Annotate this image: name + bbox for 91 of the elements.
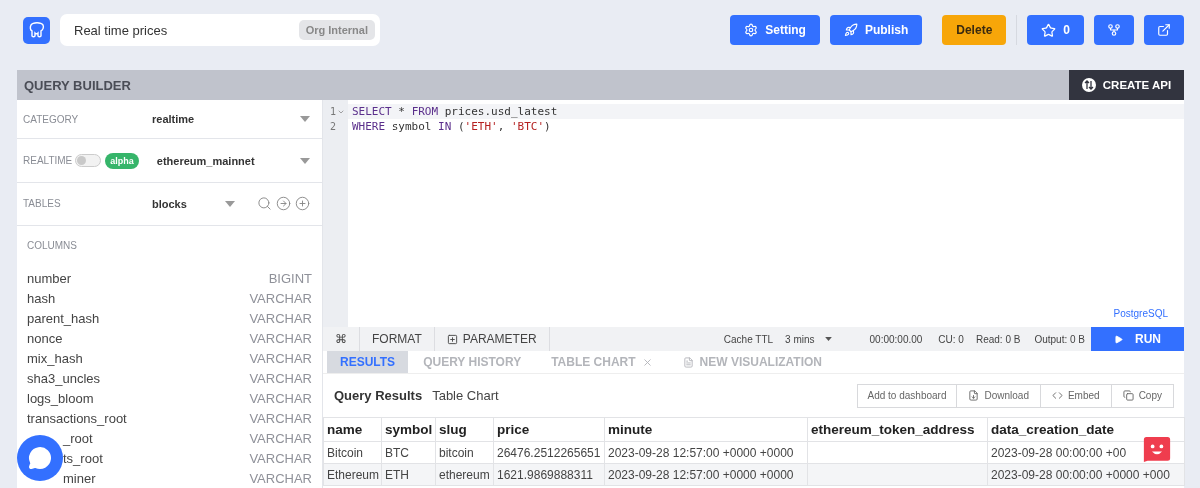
caret-icon <box>300 116 310 123</box>
open-button[interactable] <box>1144 15 1184 45</box>
column-name: parent_hash <box>27 310 100 326</box>
column-name: hash <box>27 290 56 306</box>
duration-text: 00:00:00.00 <box>868 332 924 347</box>
cache-label: Cache TTL <box>722 332 775 347</box>
category-select[interactable]: realtime <box>152 113 300 126</box>
chain-select[interactable]: ethereum_mainnet <box>156 154 300 167</box>
column-name: logs_bloom <box>27 390 94 406</box>
visibility-badge: Org Internal <box>298 20 375 40</box>
setting-button[interactable]: Setting <box>730 15 820 45</box>
table-cell: 2023-09-28 12:57:00 +0000 +0000 <box>604 441 808 464</box>
delete-button[interactable]: Delete <box>942 15 1007 45</box>
fork-icon <box>1107 23 1121 37</box>
realtime-label: REALTIME <box>23 155 73 167</box>
column-type: VARCHAR <box>249 390 312 406</box>
caret-icon <box>300 157 310 164</box>
column-type: VARCHAR <box>249 410 312 426</box>
caret-icon <box>225 200 235 207</box>
results-title: Query Results <box>334 388 423 403</box>
external-link-icon <box>1157 23 1171 37</box>
column-name: nonce <box>27 330 63 346</box>
close-icon[interactable] <box>641 356 653 368</box>
column-name: miner <box>63 470 96 486</box>
add-circle-icon[interactable] <box>295 196 310 212</box>
line-number: 1 <box>329 106 336 117</box>
panel-title: QUERY BUILDER <box>23 77 131 93</box>
dialect-label: PostgreSQL <box>1113 308 1168 319</box>
column-header[interactable]: slug <box>435 417 494 442</box>
document-icon <box>682 356 694 368</box>
publish-button[interactable]: Publish <box>829 15 923 45</box>
column-type: VARCHAR <box>249 450 312 466</box>
download-icon <box>968 390 980 401</box>
search-icon[interactable] <box>257 196 272 212</box>
rocket-icon <box>843 23 858 37</box>
table-cell: 2023-09-28 12:57:00 +0000 +0000 <box>604 463 808 486</box>
star-icon <box>1041 22 1057 38</box>
table-cell: Bitcoin <box>323 441 382 464</box>
plus-square-icon <box>446 333 458 345</box>
column-header[interactable]: name <box>323 417 382 442</box>
code-icon <box>1051 390 1063 401</box>
column-name: transactions_root <box>27 410 127 426</box>
cu-text: CU: 0 <box>937 332 965 347</box>
column-header[interactable]: ethereum_token_address <box>807 417 988 442</box>
code-editor[interactable]: 1 2 SELECT * FROM prices.usd_latest WHERE symbol IN ('ETH', 'BTC') PostgreSQL <box>323 100 1184 327</box>
alpha-badge: alpha <box>105 152 139 169</box>
query-title: Real time prices <box>74 22 168 38</box>
table-cell: Ethereum <box>323 463 382 486</box>
column-type: VARCHAR <box>249 310 312 326</box>
column-name: mix_hash <box>27 350 83 366</box>
star-button[interactable]: 0 <box>1027 15 1084 45</box>
arrow-circle-icon[interactable] <box>276 196 291 212</box>
column-name: _root <box>63 430 93 446</box>
api-icon <box>1081 78 1096 92</box>
column-type: VARCHAR <box>249 470 312 486</box>
run-button[interactable]: RUN <box>1091 327 1184 351</box>
copy-icon <box>1122 390 1134 401</box>
column-type: VARCHAR <box>249 290 312 306</box>
gear-icon <box>744 23 759 37</box>
tables-label: TABLES <box>23 198 62 210</box>
code-line: WHERE symbol IN ('ETH', 'BTC') <box>352 120 551 133</box>
parameter-button[interactable]: PARAMETER <box>434 327 550 351</box>
title-field[interactable]: Real time prices Org Internal <box>60 14 380 46</box>
play-icon <box>1114 334 1123 344</box>
column-name: number <box>27 270 72 286</box>
column-type: VARCHAR <box>249 370 312 386</box>
logo-icon[interactable] <box>23 16 50 44</box>
results-subtitle: Table Chart <box>432 388 500 403</box>
column-header[interactable]: minute <box>604 417 808 442</box>
read-text: Read: 0 B <box>974 332 1022 347</box>
cache-select[interactable]: 3 mins <box>779 332 838 346</box>
column-name: sha3_uncles <box>27 370 100 386</box>
column-header[interactable]: price <box>493 417 605 442</box>
table-select[interactable]: blocks <box>152 197 225 210</box>
realtime-toggle[interactable] <box>75 154 102 168</box>
column-header[interactable]: symbol <box>381 417 436 442</box>
columns-label: COLUMNS <box>27 240 78 251</box>
create-api-button[interactable]: CREATE API <box>1069 70 1184 100</box>
column-name: ts_root <box>63 450 103 466</box>
output-text: Output: 0 B <box>1033 332 1086 347</box>
column-type: BIGINT <box>268 270 312 286</box>
fork-button[interactable] <box>1094 15 1134 45</box>
category-label: CATEGORY <box>23 113 80 125</box>
caret-icon <box>824 337 832 341</box>
line-number: 2 <box>329 121 336 132</box>
column-type: VARCHAR <box>249 330 312 346</box>
code-line: SELECT * FROM prices.usd_latest <box>352 105 558 118</box>
column-type: VARCHAR <box>249 430 312 446</box>
column-type: VARCHAR <box>249 350 312 366</box>
table-cell: 2023-09-28 00:00:00 +0000 +000 <box>987 463 1185 486</box>
chat-icon <box>28 446 52 470</box>
